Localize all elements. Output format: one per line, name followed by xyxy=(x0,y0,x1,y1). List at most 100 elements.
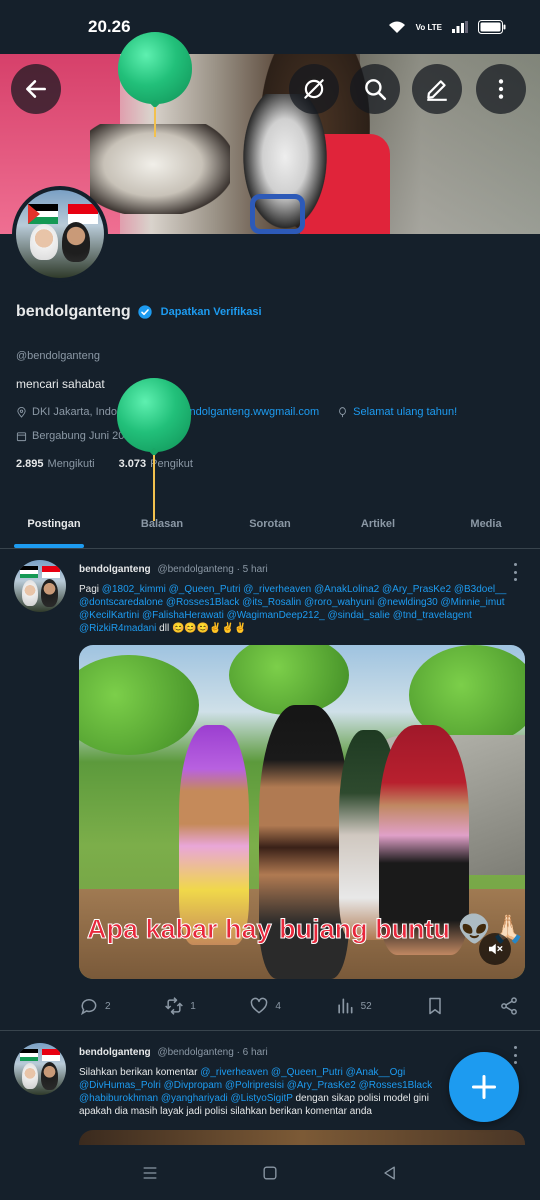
bookmark-button[interactable] xyxy=(425,996,445,1016)
followers-count: 3.073 xyxy=(118,458,147,470)
indonesia-flag xyxy=(42,1049,60,1061)
like-count: 4 xyxy=(275,1000,281,1012)
back-triangle-icon[interactable] xyxy=(380,1163,400,1183)
location-pin-icon xyxy=(17,406,26,418)
indonesia-flag xyxy=(68,204,98,224)
joined-item: Bergabung Juni 2020 xyxy=(16,430,137,442)
post-author-handle: @bendolganteng xyxy=(157,1047,234,1058)
system-nav-bar xyxy=(0,1145,540,1200)
post-text-prefix: Pagi xyxy=(79,584,102,595)
palestine-flag xyxy=(20,566,38,578)
signal-icon xyxy=(452,21,468,33)
followers-link[interactable]: 3.073 Pengikut xyxy=(119,458,193,470)
tab-highlights[interactable]: Sorotan xyxy=(216,500,324,548)
post-actions: 2 1 4 52 xyxy=(79,992,519,1020)
banner-dog xyxy=(90,124,230,214)
display-name-row: bendolganteng Dapatkan Verifikasi xyxy=(16,300,526,324)
status-bar: 20.26 Vo LTE xyxy=(0,0,540,54)
heart-icon xyxy=(251,997,268,1014)
media-caption: Apa kabar hay bujang buntu 👽🙏🏻 xyxy=(87,914,525,945)
media-tree xyxy=(79,655,199,755)
more-options-button[interactable] xyxy=(476,64,526,114)
repost-button[interactable]: 1 xyxy=(164,996,196,1016)
post-time: · 6 hari xyxy=(236,1047,268,1058)
more-vertical-icon xyxy=(498,79,504,99)
website-link[interactable]: bendolganteng.wwgmail.com xyxy=(177,406,319,418)
post-text-prefix: Silahkan berikan komentar xyxy=(79,1067,201,1078)
post-author-name[interactable]: bendolganteng xyxy=(79,1047,151,1058)
post-mentions[interactable]: @1802_kimmi @_Queen_Putri @_riverheaven … xyxy=(79,584,506,634)
home-square-icon[interactable] xyxy=(260,1163,280,1183)
no-sync-icon xyxy=(304,79,324,99)
get-verified-link[interactable]: Dapatkan Verifikasi xyxy=(161,306,262,318)
birthday-link[interactable]: Selamat ulang tahun! xyxy=(353,406,457,418)
share-button[interactable] xyxy=(499,996,519,1016)
post-avatar[interactable] xyxy=(14,560,66,612)
tab-posts[interactable]: Postingan xyxy=(0,500,108,548)
edit-icon xyxy=(427,80,447,101)
post-text: Silahkan berikan komentar @_riverheaven … xyxy=(79,1066,449,1118)
profile-info: bendolganteng Dapatkan Verifikasi @bendo… xyxy=(16,300,526,470)
tab-media[interactable]: Media xyxy=(432,500,540,548)
post-header: bendolganteng @bendolganteng · 6 hari xyxy=(79,1047,268,1058)
no-sync-button[interactable] xyxy=(289,64,339,114)
followers-label: Pengikut xyxy=(150,458,193,470)
reply-button[interactable]: 2 xyxy=(79,996,111,1016)
view-count: 52 xyxy=(360,1000,372,1012)
balloon-icon xyxy=(118,32,192,104)
search-button[interactable] xyxy=(350,64,400,114)
profile-avatar[interactable] xyxy=(12,186,108,282)
battery-icon xyxy=(478,20,506,34)
plus-icon xyxy=(471,1074,497,1100)
tab-articles[interactable]: Artikel xyxy=(324,500,432,548)
comment-icon xyxy=(80,999,97,1016)
post-avatar[interactable] xyxy=(14,1043,66,1095)
like-button[interactable]: 4 xyxy=(249,996,281,1016)
repost-count: 1 xyxy=(190,1000,196,1012)
palestine-flag xyxy=(20,1049,38,1061)
volume-mute-icon xyxy=(489,943,503,955)
share-icon xyxy=(501,997,517,1015)
post-time: · 5 hari xyxy=(236,564,268,575)
person-boy xyxy=(62,222,90,262)
calendar-icon xyxy=(16,431,27,441)
search-icon xyxy=(365,79,387,101)
post-media-video[interactable]: Apa kabar hay bujang buntu 👽🙏🏻 xyxy=(79,645,525,979)
post-author-name[interactable]: bendolganteng xyxy=(79,564,151,575)
birthday-item[interactable]: Selamat ulang tahun! xyxy=(337,406,457,418)
profile-bio: mencari sahabat xyxy=(16,377,105,391)
balloon-small-icon xyxy=(339,406,347,417)
menu-icon[interactable] xyxy=(140,1163,160,1183)
balloon-icon-2 xyxy=(117,378,191,452)
views-button[interactable]: 52 xyxy=(335,996,372,1016)
status-icons: Vo LTE xyxy=(388,20,506,34)
person-hijab xyxy=(22,580,38,606)
follow-stats: 2.895 Mengikuti 3.073 Pengikut xyxy=(16,458,193,470)
tab-replies[interactable]: Balasan xyxy=(108,500,216,548)
verified-badge-icon xyxy=(137,305,152,319)
post-more-button[interactable] xyxy=(512,563,518,581)
arrow-left-icon xyxy=(26,80,46,98)
reply-count: 2 xyxy=(105,1000,111,1012)
palestine-flag xyxy=(28,204,58,224)
person-hijab xyxy=(30,224,58,260)
following-label: Mengikuti xyxy=(47,458,95,470)
post-more-button[interactable] xyxy=(512,1046,518,1064)
back-button[interactable] xyxy=(11,64,61,114)
network-label: Vo LTE xyxy=(415,22,442,32)
media-tree xyxy=(229,645,349,715)
analytics-icon xyxy=(337,998,353,1014)
balloon-string xyxy=(154,107,156,137)
mute-button[interactable] xyxy=(479,933,511,965)
status-time: 20.26 xyxy=(88,17,131,36)
edit-profile-button[interactable] xyxy=(412,64,462,114)
repost-icon xyxy=(165,997,184,1015)
banner-harness xyxy=(250,194,305,234)
following-link[interactable]: 2.895 Mengikuti xyxy=(16,458,95,470)
profile-meta-row: DKI Jakarta, Indonesia bendolganteng.wwg… xyxy=(16,406,467,418)
post-header: bendolganteng @bendolganteng · 5 hari xyxy=(79,564,268,575)
person-boy xyxy=(41,1062,58,1090)
post-text-suffix: dll 😊😊😊✌✌✌ xyxy=(156,623,247,634)
person-hijab xyxy=(22,1063,38,1089)
compose-button[interactable] xyxy=(449,1052,519,1122)
